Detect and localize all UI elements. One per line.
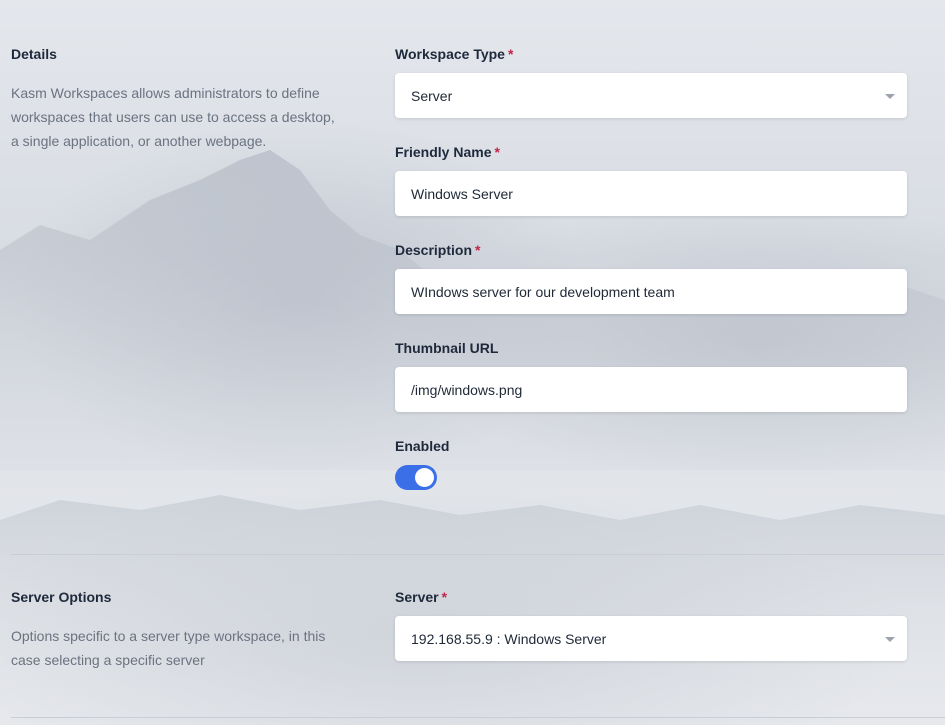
caret-down-icon [885,94,895,99]
caret-down-icon [885,637,895,642]
details-title: Details [11,46,57,62]
server-label: Server * [395,589,447,605]
thumbnail-url-input[interactable]: /img/windows.png [395,367,907,412]
thumbnail-url-label: Thumbnail URL [395,340,499,356]
required-marker: * [441,589,448,605]
server-value: 192.168.55.9 : Windows Server [411,630,607,647]
required-marker: * [494,144,500,160]
server-options-description: Options specific to a server type worksp… [11,628,326,668]
friendly-name-label-text: Friendly Name [395,144,492,160]
description-value: WIndows server for our development team [411,283,675,300]
toggle-knob [415,468,434,487]
friendly-name-value: Windows Server [411,185,513,202]
enabled-label: Enabled [395,438,450,454]
required-marker: * [475,242,481,258]
thumbnail-url-value: /img/windows.png [411,381,523,398]
description-input[interactable]: WIndows server for our development team [395,269,907,314]
description-label: Description * [395,242,480,258]
friendly-name-label: Friendly Name * [395,144,500,160]
workspace-type-value: Server [411,87,453,104]
server-options-title: Server Options [11,589,112,605]
server-select[interactable]: 192.168.55.9 : Windows Server [395,616,907,661]
friendly-name-input[interactable]: Windows Server [395,171,907,216]
workspace-type-label: Workspace Type * [395,46,513,62]
server-label-text: Server [395,589,439,605]
required-marker: * [507,46,514,62]
enabled-toggle[interactable] [395,465,437,490]
description-label-text: Description [395,242,473,258]
workspace-type-select[interactable]: Server [395,73,907,118]
details-description: Kasm Workspaces allows administrators to… [11,85,335,149]
section-divider-bottom [11,717,945,718]
workspace-type-label-text: Workspace Type [395,46,505,62]
section-divider [11,554,945,555]
